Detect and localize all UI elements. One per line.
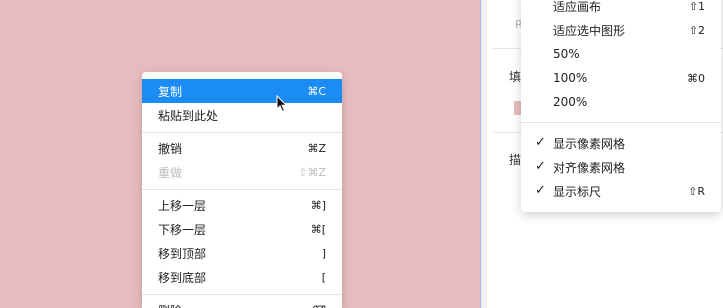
menu-item-label: 删除 [158,302,182,308]
menu-item-shortcut: ⌘[ [310,222,326,236]
menu-item-shortcut: ⌘] [310,198,326,212]
menu-item-zoom-100[interactable]: 100% ⌘0 [521,66,721,90]
menu-item-label: 显示像素网格 [553,136,626,151]
checkmark-icon: ✓ [535,183,546,198]
menu-item-label: 粘贴到此处 [158,108,219,123]
menu-item-label: 100% [553,71,588,85]
menu-item-bring-forward[interactable]: 上移一层 ⌘] [142,193,342,217]
menu-item-copy[interactable]: 复制 ⌘C [142,79,342,103]
menu-separator [142,294,342,295]
menu-item-shortcut: ] [321,246,326,260]
menu-item-send-to-back[interactable]: 移到底部 [ [142,265,342,289]
menu-item-label: 50% [553,47,580,61]
menu-item-label: 200% [553,95,588,109]
menu-item-snap-pixel-grid[interactable]: ✓ 对齐像素网格 [521,155,721,179]
menu-item-shortcut: ⇧2 [688,23,705,37]
menu-item-show-pixel-grid[interactable]: ✓ 显示像素网格 [521,131,721,155]
menu-item-bring-to-front[interactable]: 移到顶部 ] [142,241,342,265]
menu-item-shortcut: ⌘0 [687,71,705,85]
menu-item-label: 移到顶部 [158,246,207,261]
menu-item-label: 对齐像素网格 [553,160,626,175]
context-menu: 复制 ⌘C 粘贴到此处 撤销 ⌘Z 重做 ⇧⌘Z 上移一层 ⌘] 下移一层 ⌘[… [142,72,342,308]
menu-item-label: 下移一层 [158,222,207,237]
menu-item-paste-here[interactable]: 粘贴到此处 [142,103,342,127]
menu-item-shortcut: ⇧R [688,184,705,198]
menu-item-label: 适应选中图形 [553,23,626,38]
menu-item-zoom-200[interactable]: 200% [521,90,721,114]
menu-item-shortcut: [ [321,270,326,284]
menu-separator [142,189,342,190]
menu-item-label: 上移一层 [158,198,207,213]
menu-separator [142,132,342,133]
menu-item-shortcut: ⌘C [307,84,326,98]
menu-item-undo[interactable]: 撤销 ⌘Z [142,136,342,160]
menu-item-label: 撤销 [158,141,183,156]
menu-item-show-rulers[interactable]: ✓ 显示标尺 ⇧R [521,179,721,203]
mouse-pointer-icon [276,94,288,116]
menu-item-label: 显示标尺 [553,184,602,199]
menu-item-label: 重做 [158,165,183,180]
view-menu: 适应画布 ⇧1 适应选中图形 ⇧2 50% 100% ⌘0 200% ✓ 显示像… [521,0,721,212]
checkmark-icon: ✓ [535,159,546,174]
menu-item-label: 复制 [158,84,183,99]
menu-item-fit-selection[interactable]: 适应选中图形 ⇧2 [521,18,721,42]
menu-item-delete[interactable]: 删除 ⌫ [142,298,342,308]
menu-item-shortcut: ⇧⌘Z [298,165,326,179]
menu-item-fit-canvas[interactable]: 适应画布 ⇧1 [521,0,721,18]
menu-item-label: 移到底部 [158,270,207,285]
menu-item-zoom-50[interactable]: 50% [521,42,721,66]
menu-separator [521,122,721,123]
menu-item-shortcut: ⌘Z [307,141,326,155]
menu-item-shortcut: ⌫ [310,304,326,308]
menu-item-shortcut: ⇧1 [688,0,705,13]
menu-item-redo[interactable]: 重做 ⇧⌘Z [142,160,342,184]
menu-item-label: 适应画布 [553,0,602,14]
menu-item-send-backward[interactable]: 下移一层 ⌘[ [142,217,342,241]
checkmark-icon: ✓ [535,135,546,150]
